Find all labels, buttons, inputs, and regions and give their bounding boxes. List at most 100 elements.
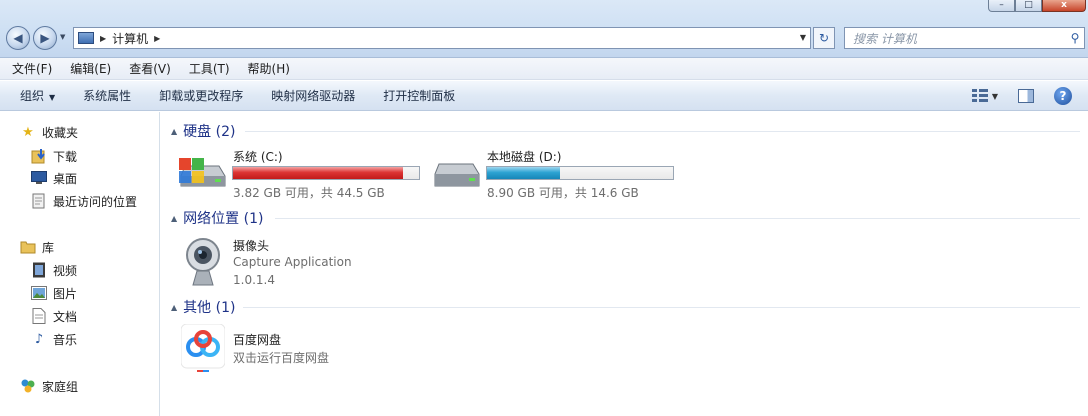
- title-address-bar: – □ x ◀ ▶ ▼ ▶ 计算机 ▶ ▼ ↻ 搜索 计算机 ⚲: [0, 0, 1088, 58]
- nav-downloads-label: 下载: [53, 149, 78, 164]
- collapse-triangle-icon: ▲: [171, 302, 178, 312]
- nav-music-label: 音乐: [53, 332, 78, 347]
- forward-button[interactable]: ▶: [33, 26, 57, 50]
- forward-arrow-icon: ▶: [40, 31, 50, 45]
- breadcrumb-computer[interactable]: 计算机: [112, 30, 148, 47]
- close-button[interactable]: x: [1042, 0, 1086, 12]
- downloads-folder-icon: [31, 148, 47, 164]
- drive-c-usage-bar: [232, 166, 420, 180]
- window-controls: – □ x: [988, 0, 1086, 12]
- uninstall-program-button[interactable]: 卸载或更改程序: [149, 87, 253, 104]
- webcam-description: Capture Application: [233, 255, 352, 269]
- baidu-netdisk-icon: [181, 324, 225, 372]
- drive-c-space-info: 3.82 GB 可用，共 44.5 GB: [233, 186, 385, 200]
- collapse-triangle-icon: ▲: [171, 126, 178, 136]
- nav-desktop[interactable]: 桌面: [31, 168, 77, 188]
- system-properties-button[interactable]: 系统属性: [73, 87, 141, 104]
- nav-pictures[interactable]: 图片: [31, 283, 77, 303]
- webcam-item[interactable]: 摄像头 Capture Application 1.0.1.4: [181, 235, 381, 291]
- music-note-icon: ♪: [34, 331, 44, 347]
- maximize-button[interactable]: □: [1015, 0, 1042, 12]
- nav-videos[interactable]: 视频: [31, 260, 77, 280]
- back-button[interactable]: ◀: [6, 26, 30, 50]
- recent-pages-dropdown[interactable]: ▼: [60, 33, 70, 43]
- menu-edit[interactable]: 编辑(E): [58, 60, 117, 77]
- menu-view[interactable]: 查看(V): [117, 60, 177, 77]
- nav-documents[interactable]: 文档: [31, 306, 77, 326]
- computer-icon: [78, 32, 94, 44]
- navigation-pane: ★ 收藏夹 下载 桌面 最近访问的位置 库 视频 图片 文档 ♪ 音乐 家庭组: [0, 112, 160, 416]
- nav-recent-places-label: 最近访问的位置: [53, 194, 138, 209]
- menu-file[interactable]: 文件(F): [0, 60, 58, 77]
- group-divider: [275, 218, 1080, 219]
- collapse-triangle-icon: ▲: [171, 213, 178, 223]
- nav-documents-label: 文档: [53, 309, 78, 324]
- star-icon: ★: [22, 124, 34, 140]
- drive-c-name: 系统 (C:): [233, 150, 283, 164]
- nav-music[interactable]: ♪ 音乐: [31, 329, 77, 349]
- baidu-netdisk-item[interactable]: 百度网盘 双击运行百度网盘: [181, 324, 401, 374]
- map-network-drive-button[interactable]: 映射网络驱动器: [261, 87, 365, 104]
- drive-d-usage-bar: [486, 166, 674, 180]
- library-icon: [20, 239, 36, 255]
- desktop-icon: [31, 170, 47, 186]
- chevron-down-icon: ▼: [49, 93, 56, 102]
- nav-favorites-label: 收藏夹: [42, 125, 79, 140]
- search-input[interactable]: 搜索 计算机: [845, 30, 1066, 47]
- nav-desktop-label: 桌面: [53, 171, 78, 186]
- refresh-icon: ↻: [818, 31, 830, 45]
- drive-d-usage-fill: [487, 167, 560, 179]
- nav-favorites[interactable]: ★ 收藏夹: [20, 122, 78, 142]
- drive-d[interactable]: 本地磁盘 (D:) 8.90 GB 可用，共 14.6 GB: [433, 148, 678, 200]
- group-network-locations[interactable]: ▲ 网络位置 (1): [171, 209, 263, 227]
- group-hard-disks[interactable]: ▲ 硬盘 (2): [171, 122, 235, 140]
- content-pane: ▲ 硬盘 (2) 系统 (C:) 3.82 GB 可用，共 44.5 GB 本地…: [161, 112, 1088, 416]
- menu-help[interactable]: 帮助(H): [236, 60, 296, 77]
- nav-libraries[interactable]: 库: [20, 237, 54, 257]
- menu-tools[interactable]: 工具(T): [177, 60, 236, 77]
- search-icon[interactable]: ⚲: [1066, 31, 1084, 45]
- baidu-netdisk-name: 百度网盘: [233, 333, 282, 347]
- minimize-button[interactable]: –: [988, 0, 1015, 12]
- webcam-name: 摄像头: [233, 239, 270, 253]
- drive-c[interactable]: 系统 (C:) 3.82 GB 可用，共 44.5 GB: [179, 148, 420, 200]
- nav-homegroup-label: 家庭组: [42, 379, 79, 394]
- group-divider: [243, 307, 1080, 308]
- refresh-button[interactable]: ↻: [813, 27, 835, 49]
- pictures-icon: [31, 285, 47, 301]
- hard-drive-icon: [179, 158, 226, 187]
- nav-downloads[interactable]: 下载: [31, 146, 77, 166]
- group-divider: [245, 131, 1080, 132]
- help-icon[interactable]: ?: [1054, 87, 1072, 105]
- organize-button[interactable]: 组织 ▼: [10, 87, 65, 104]
- back-arrow-icon: ◀: [13, 31, 23, 45]
- baidu-netdisk-description: 双击运行百度网盘: [233, 351, 330, 365]
- change-view-icon[interactable]: [971, 89, 988, 103]
- command-bar: 组织 ▼ 系统属性 卸载或更改程序 映射网络驱动器 打开控制面板 ▼ ?: [0, 81, 1088, 111]
- group-network-title: 网络位置 (1): [183, 211, 264, 227]
- group-other[interactable]: ▲ 其他 (1): [171, 298, 235, 316]
- recent-places-icon: [31, 193, 47, 209]
- hard-drive-icon: [434, 163, 480, 187]
- webcam-version: 1.0.1.4: [233, 273, 275, 287]
- webcam-icon: [186, 238, 220, 286]
- drive-d-name: 本地磁盘 (D:): [487, 150, 562, 164]
- menu-bar: 文件(F) 编辑(E) 查看(V) 工具(T) 帮助(H): [0, 58, 1088, 80]
- video-icon: [31, 262, 47, 278]
- breadcrumb-arrow-icon[interactable]: ▶: [100, 34, 106, 43]
- search-box[interactable]: 搜索 计算机 ⚲: [844, 27, 1085, 49]
- organize-label: 组织: [20, 89, 45, 103]
- nav-homegroup[interactable]: 家庭组: [20, 376, 78, 396]
- nav-recent-places[interactable]: 最近访问的位置: [31, 191, 137, 211]
- address-bar[interactable]: ▶ 计算机 ▶ ▼: [73, 27, 811, 49]
- homegroup-icon: [20, 378, 36, 394]
- preview-pane-icon[interactable]: [1018, 89, 1034, 103]
- open-control-panel-button[interactable]: 打开控制面板: [373, 87, 465, 104]
- drive-d-space-info: 8.90 GB 可用，共 14.6 GB: [487, 186, 639, 200]
- address-dropdown-icon[interactable]: ▼: [800, 33, 806, 42]
- drive-c-usage-fill: [233, 167, 403, 179]
- nav-pictures-label: 图片: [53, 286, 78, 301]
- breadcrumb-arrow-icon[interactable]: ▶: [154, 34, 160, 43]
- view-options-dropdown[interactable]: ▼: [992, 92, 998, 101]
- group-hard-disks-title: 硬盘 (2): [183, 124, 236, 140]
